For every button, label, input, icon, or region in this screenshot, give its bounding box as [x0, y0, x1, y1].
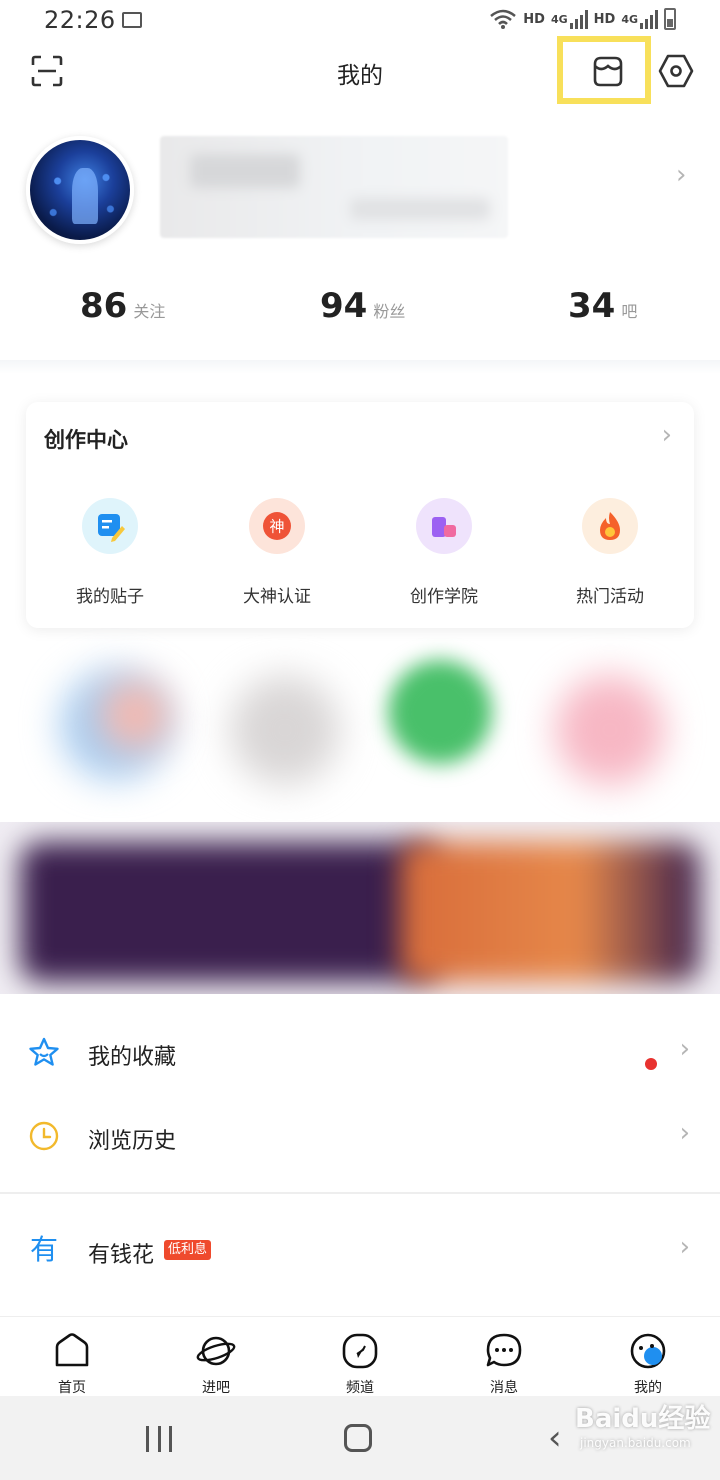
god-badge-glyph: 神	[269, 518, 284, 536]
fire-icon	[582, 498, 638, 554]
chevron-right-icon: ›	[679, 1118, 690, 1148]
tab-label: 首页	[58, 1380, 86, 1396]
creation-item-label: 热门活动	[576, 587, 644, 607]
blurred-shortcut-3[interactable]	[388, 660, 492, 764]
home-icon	[55, 1333, 89, 1367]
network-hd-label-2: HD	[593, 11, 616, 27]
loan-label: 有钱花	[88, 1243, 155, 1268]
stat-following-label: 关注	[133, 302, 166, 321]
creation-item-hot-events[interactable]: 热门活动	[550, 498, 670, 607]
tab-home[interactable]: 首页	[32, 1331, 112, 1397]
settings-icon[interactable]	[657, 52, 695, 90]
gallery-notification-icon	[122, 12, 142, 28]
list-row-favorites[interactable]: 我的收藏 ›	[0, 1012, 720, 1096]
god-badge-icon: 神	[249, 498, 305, 554]
recents-icon[interactable]	[146, 1426, 172, 1452]
history-label: 浏览历史	[88, 1129, 177, 1154]
creation-item-my-posts[interactable]: 我的贴子	[50, 498, 170, 607]
signal-icon	[569, 9, 588, 29]
watermark-subtext: jingyan.baidu.com	[580, 1436, 691, 1450]
list-row-loan[interactable]: 有 有钱花 低利息 ›	[0, 1210, 720, 1294]
planet-icon	[196, 1336, 236, 1366]
tab-bars[interactable]: 进吧	[176, 1331, 256, 1397]
creation-item-label: 我的贴子	[76, 587, 144, 607]
chevron-right-icon: ›	[679, 1034, 690, 1064]
tab-channel[interactable]: 频道	[320, 1331, 400, 1397]
blurred-shortcuts	[0, 660, 720, 810]
stat-followers[interactable]: 94 粉丝	[320, 286, 405, 326]
promo-banner-blurred[interactable]	[0, 822, 720, 994]
creation-center-chevron-icon[interactable]: ›	[662, 420, 672, 450]
network-4g-label-2: 4G	[621, 12, 638, 26]
loan-badge: 低利息	[164, 1240, 212, 1260]
stat-following-value: 86	[80, 286, 128, 326]
back-icon[interactable]: ‹	[548, 1418, 562, 1458]
stat-bars-label: 吧	[621, 302, 638, 321]
profile-face-icon	[630, 1333, 666, 1369]
loan-icon: 有	[30, 1233, 59, 1266]
clock-icon	[29, 1121, 59, 1151]
list-divider	[0, 1192, 720, 1194]
stat-followers-label: 粉丝	[373, 302, 406, 321]
battery-icon	[664, 8, 676, 30]
tab-label: 频道	[346, 1380, 374, 1396]
compass-icon	[342, 1333, 378, 1369]
stat-following[interactable]: 86 关注	[80, 286, 165, 326]
message-icon	[486, 1333, 522, 1367]
tab-mine[interactable]: 我的	[608, 1331, 688, 1397]
stat-bars[interactable]: 34 吧	[568, 286, 637, 326]
red-dot-badge	[645, 1058, 657, 1070]
tab-label: 我的	[634, 1380, 662, 1396]
creation-item-academy[interactable]: 创作学院	[384, 498, 504, 607]
creation-item-label: 大神认证	[243, 587, 311, 607]
network-hd-label: HD	[523, 11, 545, 27]
creation-item-label: 创作学院	[410, 587, 478, 607]
profile-chevron-icon[interactable]: ›	[676, 160, 686, 190]
stat-bars-value: 34	[568, 286, 616, 326]
favorites-label: 我的收藏	[88, 1045, 177, 1070]
academy-icon	[416, 498, 472, 554]
blurred-shortcut-1b	[100, 680, 170, 750]
list-row-history[interactable]: 浏览历史 ›	[0, 1096, 720, 1180]
creation-item-god-certify[interactable]: 神 大神认证	[217, 498, 337, 607]
watermark-text: Baidu经验	[575, 1404, 711, 1434]
post-edit-icon	[82, 498, 138, 554]
profile-info-blurred[interactable]	[160, 136, 508, 238]
tab-label: 进吧	[202, 1380, 230, 1396]
tab-messages[interactable]: 消息	[464, 1331, 544, 1397]
home-button-icon[interactable]	[344, 1424, 372, 1452]
signal-icon-2	[640, 9, 658, 29]
creation-center-title[interactable]: 创作中心	[44, 424, 128, 454]
tab-label: 消息	[490, 1380, 518, 1396]
avatar[interactable]	[26, 136, 134, 244]
stat-followers-value: 94	[320, 286, 368, 326]
status-time: 22:26	[44, 6, 116, 34]
store-icon[interactable]	[591, 54, 625, 88]
star-icon	[29, 1037, 59, 1066]
section-divider	[0, 360, 720, 374]
bottom-tab-bar: 首页 进吧 频道 消息 我的	[0, 1316, 720, 1396]
profile-stats: 86 关注 94 粉丝 34 吧	[0, 286, 720, 342]
status-indicators: HD 4G HD 4G	[489, 8, 676, 30]
blurred-shortcut-2[interactable]	[230, 675, 340, 785]
blurred-shortcut-4[interactable]	[555, 675, 665, 785]
network-4g-label: 4G	[550, 12, 568, 26]
creation-center-card: 创作中心 › 我的贴子 神 大神认证 创作学院 热门活动	[26, 402, 694, 628]
wifi-icon	[490, 9, 517, 29]
chevron-right-icon: ›	[679, 1232, 690, 1262]
top-nav: 我的	[0, 36, 720, 104]
